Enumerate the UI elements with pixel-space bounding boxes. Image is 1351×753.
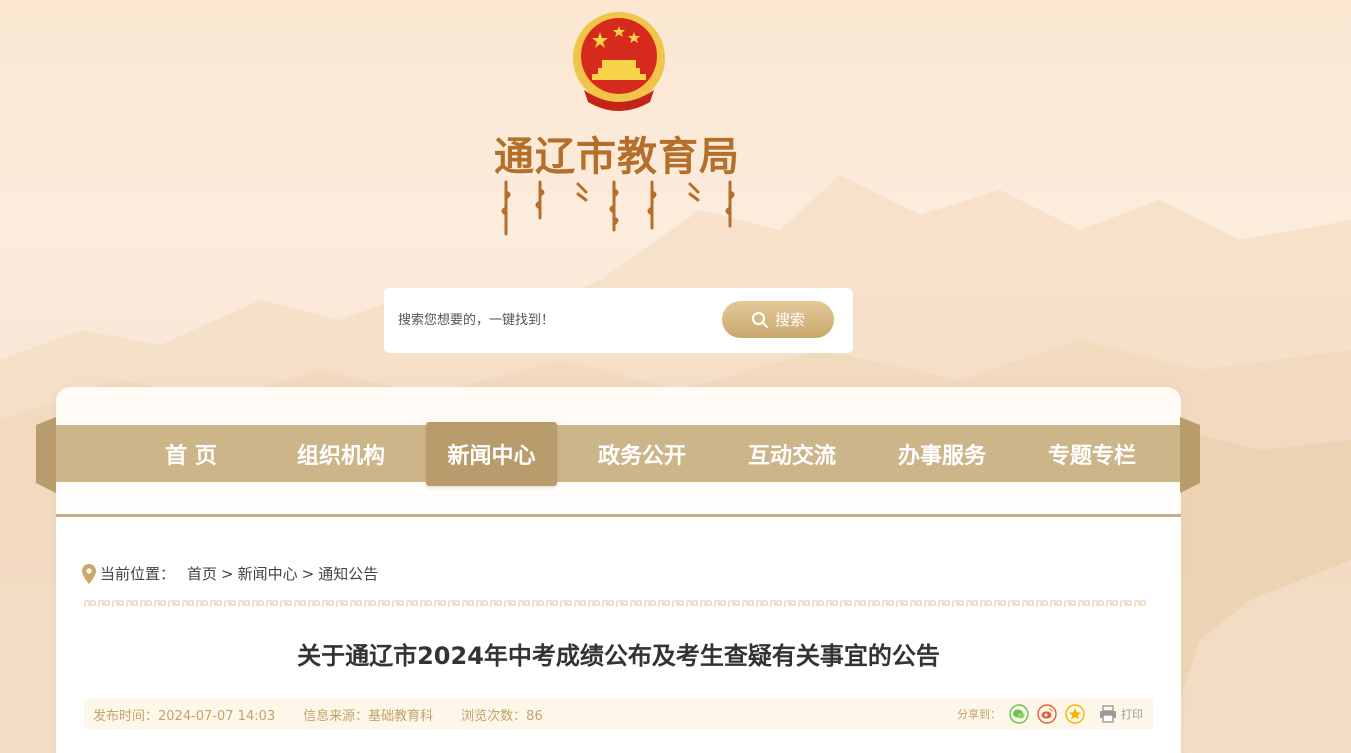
site-title: 通辽市教育局	[494, 133, 740, 180]
search-box: 搜索	[384, 288, 853, 353]
qzone-icon[interactable]	[1065, 704, 1085, 724]
mongolian-script-logo	[501, 180, 735, 236]
print-label: 打印	[1121, 708, 1143, 721]
share-label: 分享到：	[957, 708, 1001, 721]
national-emblem-icon	[573, 12, 665, 111]
publish-time: 发布时间：2024-07-07 14:03	[93, 708, 276, 724]
nav-item-services[interactable]: 办事服务	[867, 425, 1017, 482]
nav-item-interaction[interactable]: 互动交流	[717, 425, 867, 482]
print-button[interactable]: 打印	[1099, 705, 1143, 723]
info-source: 信息来源：基础教育科	[303, 708, 434, 724]
nav-item-organization[interactable]: 组织机构	[266, 425, 416, 482]
search-icon	[751, 311, 768, 328]
nav-divider	[56, 514, 1181, 517]
nav-fold-left	[36, 417, 56, 493]
main-nav: 首 页 组织机构 新闻中心 政务公开 互动交流 办事服务 专题专栏	[36, 417, 1200, 493]
share-bar: 分享到： 打印	[957, 699, 1153, 729]
breadcrumb-home[interactable]: 首页	[187, 563, 217, 584]
nav-fold-right	[1180, 417, 1200, 493]
printer-icon	[1100, 705, 1116, 723]
site-header: 通辽市教育局	[0, 0, 1351, 260]
wechat-icon[interactable]	[1009, 704, 1029, 724]
article-title: 关于通辽市2024年中考成绩公布及考生查疑有关事宜的公告	[297, 642, 940, 670]
search-input[interactable]	[398, 306, 698, 334]
breadcrumb-separator: >	[301, 564, 315, 583]
nav-item-topics[interactable]: 专题专栏	[1017, 425, 1167, 482]
breadcrumb-separator: >	[221, 564, 234, 583]
search-button[interactable]: 搜索	[722, 301, 834, 338]
nav-item-government-affairs[interactable]: 政务公开	[567, 425, 717, 482]
decorative-border	[84, 600, 1148, 608]
breadcrumb: 当前位置： 首页 > 新闻中心 > 通知公告	[82, 563, 378, 584]
nav-item-news-center[interactable]: 新闻中心	[426, 421, 557, 486]
nav-bar: 首 页 组织机构 新闻中心 政务公开 互动交流 办事服务 专题专栏	[56, 421, 1180, 486]
breadcrumb-notices[interactable]: 通知公告	[318, 563, 378, 584]
location-pin-icon	[82, 563, 96, 584]
breadcrumb-news-center[interactable]: 新闻中心	[238, 563, 298, 584]
article-meta: 发布时间：2024-07-07 14:03 信息来源：基础教育科 浏览次数：86…	[84, 699, 1153, 729]
nav-item-home[interactable]: 首 页	[116, 425, 266, 482]
search-button-label: 搜索	[774, 311, 805, 329]
view-count: 浏览次数：86	[461, 708, 543, 724]
weibo-icon[interactable]	[1037, 704, 1057, 724]
breadcrumb-prefix: 当前位置：	[100, 565, 176, 583]
